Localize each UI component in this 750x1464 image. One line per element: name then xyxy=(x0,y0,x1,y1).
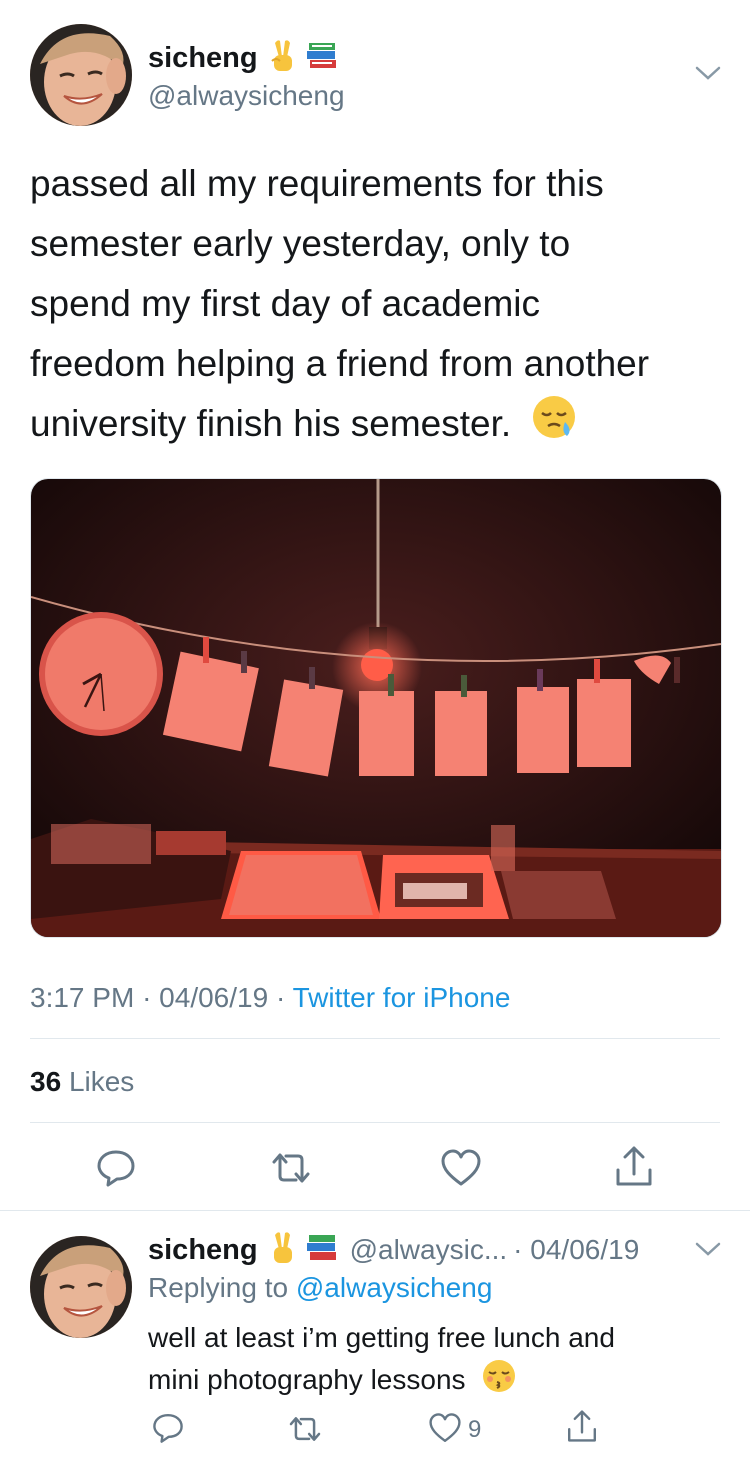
likes-count: 36 xyxy=(30,1066,62,1097)
avatar[interactable] xyxy=(30,24,132,126)
victory-hand-emoji xyxy=(268,1231,298,1270)
retweet-icon[interactable] xyxy=(268,1150,314,1186)
meta-separator: · xyxy=(142,982,152,1013)
books-emoji xyxy=(306,41,338,76)
reply-icon[interactable] xyxy=(152,1412,184,1444)
share-icon[interactable] xyxy=(614,1144,654,1188)
tweet-text-line: passed all my requirements for this xyxy=(30,163,604,204)
meta-separator: · xyxy=(275,982,286,1013)
author-handle[interactable]: @alwaysicheng xyxy=(148,80,345,112)
share-icon[interactable] xyxy=(566,1408,598,1444)
divider xyxy=(30,1038,720,1039)
tweet-date: 04/06/19 xyxy=(159,982,269,1013)
retweet-icon[interactable] xyxy=(286,1414,324,1444)
reply-icon[interactable] xyxy=(96,1148,136,1188)
tweet-photo[interactable] xyxy=(30,478,722,938)
replying-to-label: Replying to xyxy=(148,1272,289,1303)
tweet-text-line: freedom helping a friend from another xyxy=(30,343,650,384)
reply-author-name[interactable]: sicheng xyxy=(148,1234,258,1267)
likes-label: Likes xyxy=(68,1066,135,1097)
divider xyxy=(30,1122,720,1123)
reply-text-line: mini photography lessons xyxy=(148,1358,615,1405)
chevron-down-icon[interactable] xyxy=(694,1240,722,1258)
likes-count-link[interactable]: 36 Likes xyxy=(30,1066,134,1098)
reply-author-handle[interactable]: @alwaysic... xyxy=(350,1234,508,1266)
tweet-text: passed all my requirements for this seme… xyxy=(30,154,730,458)
kissing-face-emoji xyxy=(481,1358,517,1405)
reply-date: · 04/06/19 xyxy=(513,1234,640,1265)
author-name[interactable]: sicheng xyxy=(148,42,258,75)
tweet-text-line: semester early yesterday, only to xyxy=(30,223,571,264)
reply-text-line: well at least i’m getting free lunch and xyxy=(148,1322,615,1353)
tweet-source-link[interactable]: Twitter for iPhone xyxy=(293,982,511,1013)
tweet-time: 3:17 PM xyxy=(30,982,135,1013)
reply-like-count: 9 xyxy=(468,1416,482,1443)
heart-icon[interactable] xyxy=(428,1412,462,1444)
heart-icon[interactable] xyxy=(440,1148,482,1188)
books-emoji xyxy=(306,1233,338,1268)
reply-text: well at least i’m getting free lunch and… xyxy=(148,1318,615,1405)
tweet-text-line: university finish his semester. xyxy=(30,394,730,458)
chevron-down-icon[interactable] xyxy=(694,64,722,82)
divider xyxy=(0,1210,750,1211)
sleepy-face-emoji xyxy=(531,394,577,458)
replying-to-handle[interactable]: @alwaysicheng xyxy=(296,1272,493,1303)
victory-hand-emoji xyxy=(268,39,298,78)
tweet-text-line: spend my first day of academic xyxy=(30,283,540,324)
reply-avatar[interactable] xyxy=(30,1236,132,1338)
